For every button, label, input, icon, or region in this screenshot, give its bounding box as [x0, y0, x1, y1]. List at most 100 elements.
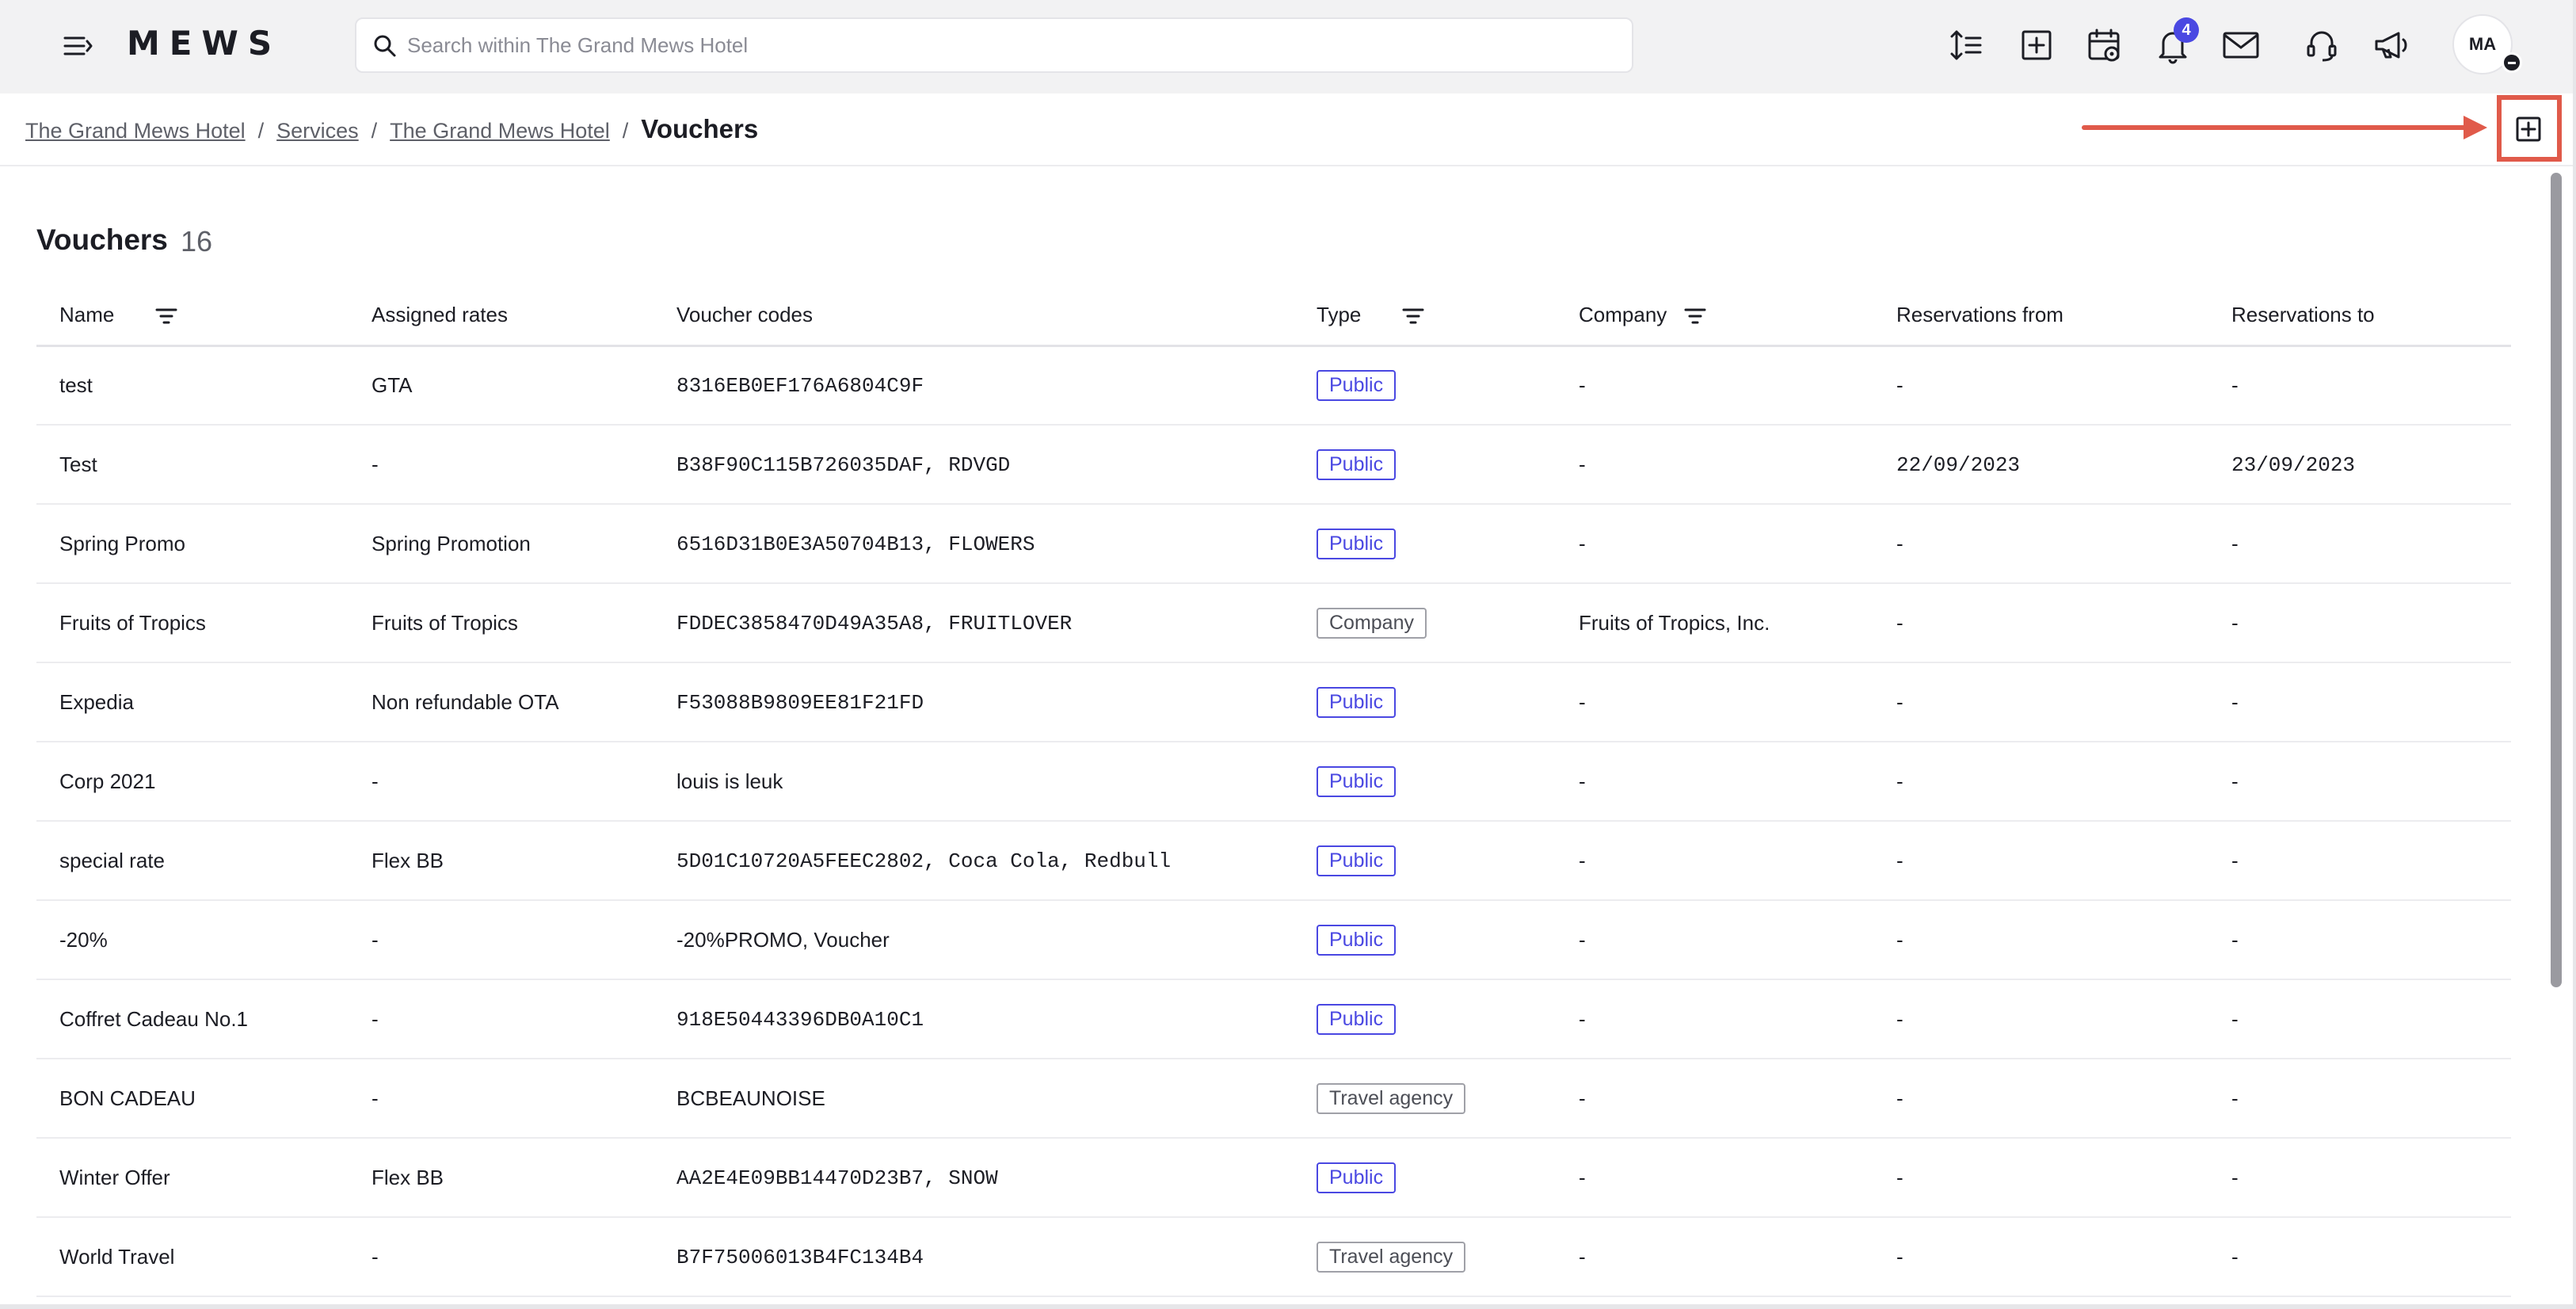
table-row[interactable]: World Travel - B7F75006013B4FC134B4 Travel … — [36, 1217, 2511, 1297]
column-label: Type — [1317, 302, 1362, 326]
cell-text: - — [2231, 372, 2239, 397]
table-row[interactable]: Winter Offer Flex BB AA2E4E09BB14470D23B7,… — [36, 1138, 2511, 1218]
cell-name: Fruits of Tropics — [36, 583, 349, 663]
cell-to: - — [2208, 345, 2511, 426]
cell-type: Public — [1294, 345, 1556, 426]
cell-text: B7F75006013B4FC134B4 — [676, 1246, 924, 1269]
add-reservation-icon[interactable] — [2017, 25, 2056, 65]
table-row[interactable]: Coffret Cadeau No.1 - 918E50443396DB0A10C1… — [36, 979, 2511, 1059]
cell-company: - — [1556, 425, 1873, 505]
calendar-icon[interactable] — [2085, 25, 2124, 65]
cell-codes: AA2E4E09BB14470D23B7, SNOW — [654, 1138, 1294, 1218]
cell-text: - — [1896, 1086, 1903, 1110]
cell-from: - — [1873, 1217, 2208, 1297]
add-voucher-button[interactable] — [2513, 113, 2544, 145]
type-badge: Travel agency — [1317, 1082, 1466, 1114]
table-row[interactable]: Fruits of Tropics Fruits of Tropics FDDEC3… — [36, 583, 2511, 663]
cell-type: Public — [1294, 425, 1556, 505]
cell-text: Corp 2021 — [59, 769, 156, 793]
cell-company: - — [1556, 1059, 1873, 1139]
table-row[interactable]: special rate Flex BB 5D01C10720A5FEEC2802,… — [36, 821, 2511, 901]
scrollbar-thumb[interactable] — [2551, 173, 2562, 987]
cell-from: - — [1873, 1138, 2208, 1218]
breadcrumb-current: Vouchers — [641, 114, 759, 143]
cell-text: - — [372, 1006, 379, 1031]
table-row[interactable]: Spring Promo Spring Promotion 6516D31B0E3A… — [36, 504, 2511, 584]
cell-from: - — [1873, 345, 2208, 426]
cell-text: - — [2231, 531, 2239, 555]
table-row[interactable]: BON CADEAU - BCBEAUNOISE Travel agency - - - — [36, 1059, 2511, 1139]
cell-type: Public — [1294, 821, 1556, 901]
column-label: Company — [1579, 302, 1667, 326]
megaphone-icon[interactable] — [2372, 25, 2411, 65]
cell-text: -20% — [59, 927, 108, 952]
breadcrumb-link-services[interactable]: Services — [276, 119, 359, 143]
cell-type: Public — [1294, 504, 1556, 584]
cell-to: - — [2208, 979, 2511, 1059]
cell-text: Expedia — [59, 689, 134, 714]
cell-from: - — [1873, 979, 2208, 1059]
search-input[interactable] — [407, 25, 1595, 65]
cell-name: Corp 2021 — [36, 742, 349, 822]
cell-rates: Flex BB — [349, 821, 654, 901]
column-header-company[interactable]: Company — [1556, 285, 1873, 347]
cell-rates: Flex BB — [349, 1138, 654, 1218]
column-header-name[interactable]: Name — [36, 285, 349, 347]
column-header-voucher-codes: Voucher codes — [654, 285, 1294, 347]
menu-icon[interactable] — [60, 29, 95, 63]
column-label: Name — [59, 302, 115, 326]
cell-text: - — [2231, 848, 2239, 872]
type-badge: Public — [1317, 924, 1397, 956]
table-row[interactable]: Test - B38F90C115B726035DAF, RDVGD Public - 2… — [36, 425, 2511, 505]
table-row[interactable]: Expedia Non refundable OTA F53088B9809EE81… — [36, 662, 2511, 742]
cell-text: AA2E4E09BB14470D23B7, SNOW — [676, 1166, 998, 1190]
cell-text: Fruits of Tropics — [372, 610, 518, 635]
cell-text: Flex BB — [372, 1165, 444, 1189]
mail-icon[interactable] — [2221, 25, 2261, 65]
type-badge: Public — [1317, 528, 1397, 559]
filter-icon[interactable] — [1684, 307, 1706, 325]
breadcrumb-link-hotel[interactable]: The Grand Mews Hotel — [25, 119, 246, 143]
table-row[interactable]: Corp 2021 - louis is leuk Public - - - — [36, 742, 2511, 822]
cell-rates: Non refundable OTA — [349, 662, 654, 742]
window-edge — [0, 1304, 2576, 1309]
cell-text: - — [1579, 1165, 1586, 1189]
cell-text: B38F90C115B726035DAF, RDVGD — [676, 453, 1011, 477]
cell-rates: - — [349, 1217, 654, 1297]
table-row[interactable]: test GTA 8316EB0EF176A6804C9F Public - - - — [36, 345, 2511, 426]
filter-icon[interactable] — [1402, 307, 1424, 325]
search-icon — [372, 33, 398, 59]
cell-text: - — [1579, 1006, 1586, 1031]
filter-icon[interactable] — [155, 307, 177, 325]
search-bar[interactable] — [355, 17, 1633, 73]
cell-to: - — [2208, 1217, 2511, 1297]
cell-company: Fruits of Tropics, Inc. — [1556, 583, 1873, 663]
table-row[interactable]: -20% - -20%PROMO, Voucher Public - - - — [36, 900, 2511, 980]
cell-text: - — [372, 452, 379, 476]
cell-text: - — [1896, 1165, 1903, 1189]
column-header-type[interactable]: Type — [1294, 285, 1556, 347]
cell-from: - — [1873, 583, 2208, 663]
type-badge: Company — [1317, 607, 1427, 639]
cell-codes: 8316EB0EF176A6804C9F — [654, 345, 1294, 426]
annotation-arrow — [2082, 125, 2470, 130]
cell-to: - — [2208, 1059, 2511, 1139]
cell-text: Coffret Cadeau No.1 — [59, 1006, 248, 1031]
cell-text: - — [1896, 372, 1903, 397]
cell-text: - — [1896, 610, 1903, 635]
table-header-row: Name Assigned rates Voucher codes Type C… — [36, 285, 2511, 347]
cell-text: GTA — [372, 372, 413, 397]
breadcrumb-link-service[interactable]: The Grand Mews Hotel — [390, 119, 610, 143]
support-icon[interactable] — [2302, 25, 2342, 65]
cell-text: -20%PROMO, Voucher — [676, 927, 890, 952]
mews-logo[interactable]: MEWS — [127, 24, 281, 63]
cell-text: - — [1896, 1244, 1903, 1269]
sort-icon[interactable] — [1947, 25, 1987, 65]
breadcrumb-separator: / — [257, 119, 265, 143]
main-content: Vouchers 16 Name Assigned rates Voucher … — [0, 168, 2543, 1309]
cell-text: - — [2231, 1006, 2239, 1031]
cell-from: - — [1873, 1059, 2208, 1139]
cell-text: - — [2231, 689, 2239, 714]
type-badge: Public — [1317, 369, 1397, 401]
cell-text: - — [372, 769, 379, 793]
